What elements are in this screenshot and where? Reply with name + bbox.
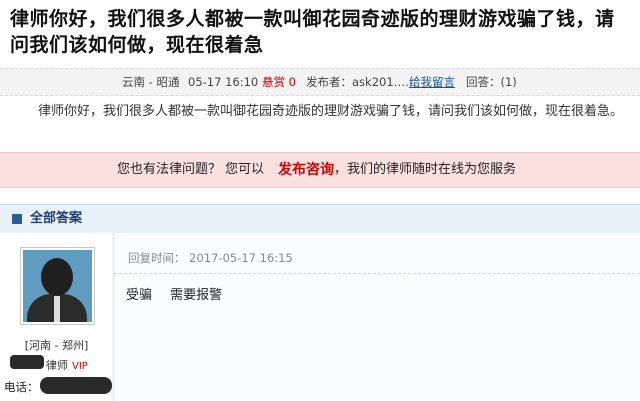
publish-consult-link[interactable]: 发布咨询 [278, 153, 334, 187]
reply-divider [114, 273, 640, 274]
lawyer-phone-label: 电话： [4, 380, 39, 394]
reply-time: 回复时间： 2017-05-17 16:15 [128, 251, 293, 265]
meta-location: 云南 - 昭通 [122, 75, 180, 89]
vip-badge: VIP [72, 361, 88, 372]
cta-suffix: ，我们的律师随时在线为您服务 [334, 162, 517, 177]
consult-banner: 您也有法律问题？ 您可以 发布咨询 ，我们的律师随时在线为您服务 [0, 152, 640, 188]
lawyer-role-text: 律师 [46, 359, 68, 372]
avatar[interactable] [20, 247, 95, 325]
lawyer-role: 律师 VIP [46, 357, 88, 373]
reply-text: 受骗 需要报警 [126, 288, 223, 303]
answers-section-title: 全部答案 [30, 211, 83, 226]
avatar-tie-shape [54, 296, 60, 322]
answers-section-header: 全部答案 [0, 204, 640, 234]
redaction-name [10, 355, 44, 369]
answer-content: 回复时间： 2017-05-17 16:15 受骗 需要报警 [114, 233, 640, 401]
meta-reply-count: 回答：(1) [466, 75, 517, 89]
redaction-phone [40, 377, 112, 394]
leave-message-link[interactable]: 给我留言 [409, 69, 455, 95]
meta-bounty: 悬赏 0 [262, 75, 296, 89]
meta-datetime: 05-17 16:10 [188, 75, 259, 89]
meta-publisher: 发布者：ask201…… [306, 75, 417, 89]
question-meta-bar: 云南 - 昭通 05-17 16:10 悬赏 0 发布者：ask201…… 给我… [0, 68, 640, 96]
list-icon [12, 214, 22, 224]
question-title: 律师你好，我们很多人都被一款叫御花园奇迹版的理财游戏骗了钱，请问我们该如何做，现… [10, 8, 615, 56]
avatar-head-shape [41, 258, 73, 296]
cta-prefix: 您也有法律问题？ 您可以 [117, 162, 265, 177]
question-body: 律师你好，我们很多人都被一款叫御花园奇迹版的理财游戏骗了钱，请问我们该如何做，现… [38, 104, 624, 119]
lawyer-location: [河南 - 郑州] [24, 339, 89, 352]
lawyer-profile: [河南 - 郑州] 律师 VIP 电话： [0, 233, 114, 401]
